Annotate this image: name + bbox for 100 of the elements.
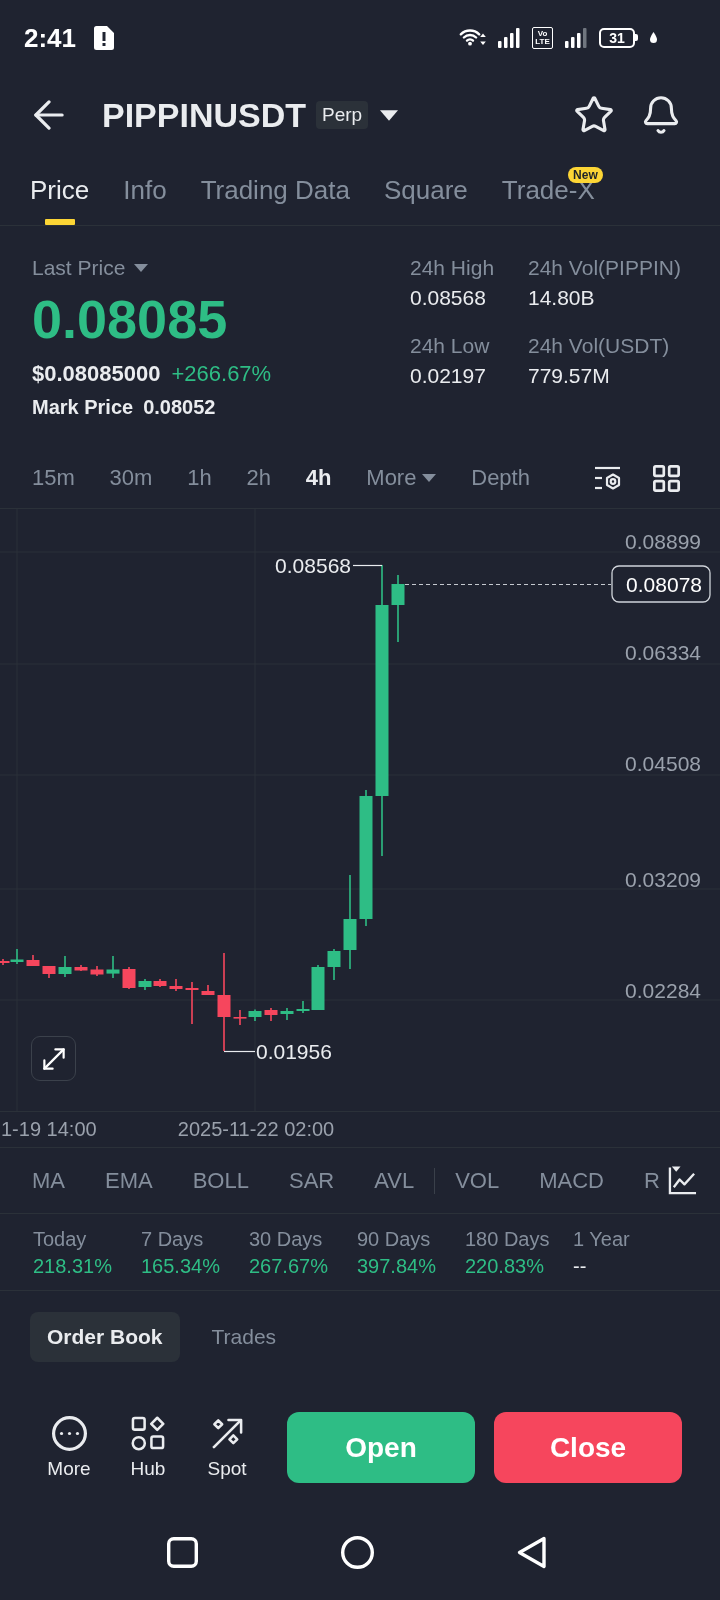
line-chart-icon[interactable] (668, 1166, 697, 1195)
back-icon[interactable] (34, 100, 64, 130)
settings-icon[interactable] (594, 465, 621, 491)
signal-icon (498, 27, 520, 48)
leader-line (352, 564, 383, 567)
stat-label: 24h High (410, 256, 496, 280)
open-button[interactable]: Open (287, 1412, 475, 1483)
period-change: 267.67% (249, 1254, 328, 1278)
candlestick (264, 1007, 278, 1022)
stat-label: 24h Vol(PIPPIN) (528, 256, 681, 280)
price-type-label[interactable]: Last Price (32, 256, 126, 280)
new-badge: New (568, 167, 603, 183)
price-axis-label: 0.06334 (625, 641, 701, 664)
candlestick (74, 964, 88, 972)
indicator-tab[interactable]: SAR (288, 1167, 335, 1194)
candlestick (58, 955, 72, 978)
stat-label: 24h Vol(USDT) (528, 334, 671, 358)
candlestick (42, 965, 56, 979)
bell-icon[interactable] (642, 96, 680, 134)
candlestick (248, 1008, 262, 1022)
expand-icon (42, 1047, 65, 1070)
indicator-tab[interactable]: VOL (455, 1167, 500, 1194)
indicator-tab[interactable]: BOLL (192, 1167, 249, 1194)
more-dropdown[interactable]: More (366, 465, 437, 491)
candlestick (138, 978, 152, 991)
period-label: 7 Days (141, 1227, 204, 1251)
book-tab[interactable]: Order Book (30, 1312, 180, 1362)
shapes-icon (130, 1416, 166, 1451)
period-label: 1 Year (573, 1227, 630, 1251)
last-price: 0.08085 (32, 290, 228, 348)
sim-alert-icon (94, 25, 115, 50)
interval-tab[interactable]: 1h (187, 465, 212, 491)
action-button[interactable]: Spot (197, 1412, 257, 1480)
signal-icon (565, 27, 587, 48)
price-axis-label: 0.03209 (625, 868, 701, 891)
candlestick (280, 1007, 294, 1021)
close-button[interactable]: Close (494, 1412, 682, 1483)
interval-tab[interactable]: Depth (471, 465, 530, 491)
period-label: 90 Days (357, 1227, 431, 1251)
stat-label: 24h Low (410, 334, 491, 358)
period-label: Today (33, 1227, 87, 1251)
nav-tab[interactable]: Price (30, 155, 90, 225)
leader-line (223, 1050, 256, 1053)
indicator-tab[interactable]: MA (32, 1167, 65, 1194)
candlestick (201, 984, 215, 996)
interval-tab[interactable]: 2h (246, 465, 271, 491)
price-axis-label: 0.02284 (625, 979, 701, 1002)
indicator-tab[interactable]: AVL (374, 1167, 415, 1194)
time-axis-label: 1-19 14:00 (1, 1118, 97, 1140)
mark-price-value: 0.08052 (143, 395, 216, 420)
stat-value: 0.02197 (410, 364, 487, 388)
triangle-icon[interactable] (517, 1536, 546, 1569)
book-tab[interactable]: Trades (194, 1312, 294, 1362)
indicator-tab[interactable]: R (643, 1167, 660, 1194)
low-price-label: 0.01956 (256, 1040, 332, 1063)
status-time: 2:41 (24, 22, 77, 53)
candlestick (90, 965, 104, 977)
candlestick (391, 574, 405, 643)
period-label: 30 Days (249, 1227, 323, 1251)
star-icon[interactable] (575, 96, 613, 134)
period-change: -- (573, 1254, 587, 1278)
nav-tab[interactable]: Square (383, 155, 468, 225)
expand-button[interactable] (31, 1036, 76, 1081)
circle-icon[interactable] (341, 1536, 374, 1569)
volte-badge: Vo LTE (532, 26, 553, 49)
indicator-tab[interactable]: MACD (539, 1167, 604, 1194)
stat-value: 779.57M (528, 364, 611, 388)
stat-value: 14.80B (528, 286, 596, 310)
indicator-tab[interactable]: EMA (105, 1167, 153, 1194)
candlestick (26, 954, 40, 967)
grid-icon[interactable] (653, 464, 680, 492)
interval-tab[interactable]: 30m (109, 465, 153, 491)
price-axis-label: 0.08899 (625, 530, 701, 553)
interval-tab[interactable]: 4h (305, 465, 332, 491)
time-axis-label: 2025-11-22 02:00 (177, 1118, 335, 1140)
drop-icon (650, 32, 657, 43)
ellipsis-icon (51, 1416, 87, 1451)
period-change: 218.31% (33, 1254, 112, 1278)
price-tag: 0.08078 (611, 565, 711, 603)
candlestick (122, 966, 136, 990)
action-button[interactable]: More (39, 1412, 99, 1480)
stat-value: 0.08568 (410, 286, 487, 310)
price-change: +266.67% (171, 361, 272, 387)
square-icon[interactable] (167, 1537, 198, 1568)
candlestick (327, 948, 341, 981)
pair-title: PIPPINUSDT (102, 95, 307, 135)
caret-icon[interactable] (380, 109, 399, 121)
nav-tab[interactable]: Info (123, 155, 167, 225)
price-axis-label: 0.04508 (625, 752, 701, 775)
candlestick (153, 978, 167, 988)
interval-tab[interactable]: 15m (32, 465, 75, 491)
action-button[interactable]: Hub (118, 1412, 178, 1480)
battery-indicator: 31 (599, 27, 638, 48)
mark-price-label: Mark Price (32, 395, 134, 420)
nav-tab[interactable]: Trading Data (200, 155, 350, 225)
candlestick (233, 1009, 247, 1026)
usd-price: $0.08085000 (32, 361, 161, 387)
candlestick (185, 981, 199, 1025)
wifi-icon (459, 29, 486, 46)
candlestick (106, 955, 120, 979)
